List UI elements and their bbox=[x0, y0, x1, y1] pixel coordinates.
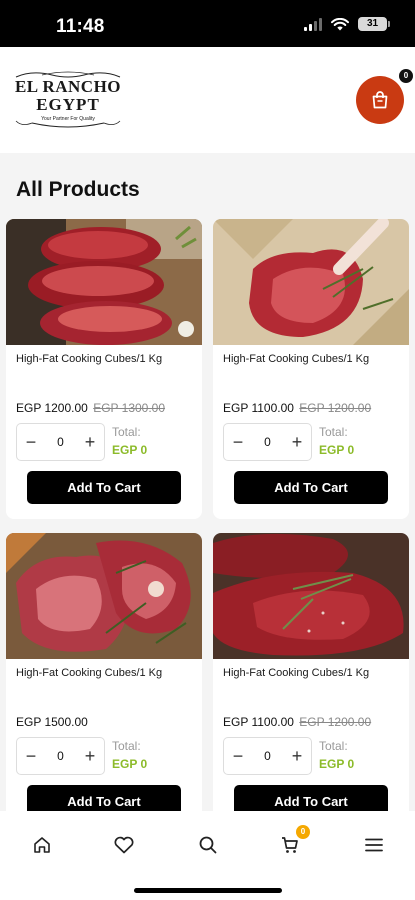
product-image[interactable] bbox=[6, 533, 202, 659]
quantity-stepper: − 0 + bbox=[223, 423, 312, 461]
product-old-price: EGP 1200.00 bbox=[299, 715, 372, 729]
add-to-cart-button[interactable]: Add To Cart bbox=[27, 471, 181, 504]
logo-flourish-top bbox=[15, 71, 121, 78]
nav-cart[interactable]: 0 bbox=[276, 825, 310, 857]
app-header: EL RANCHO EGYPT Your Partner For Quality… bbox=[0, 47, 415, 153]
brand-logo[interactable]: EL RANCHO EGYPT Your Partner For Quality bbox=[12, 69, 124, 131]
cellular-signal-icon bbox=[304, 17, 322, 31]
logo-line2: EGYPT bbox=[36, 95, 100, 114]
add-to-cart-button[interactable]: Add To Cart bbox=[234, 471, 388, 504]
product-card[interactable]: High-Fat Cooking Cubes/1 Kg EGP 1100.00 … bbox=[213, 219, 409, 519]
bottom-nav: 0 bbox=[0, 811, 415, 900]
home-icon bbox=[34, 837, 50, 853]
nav-wishlist[interactable] bbox=[110, 833, 138, 857]
quantity-stepper: − 0 + bbox=[223, 737, 312, 775]
quantity-value[interactable]: 0 bbox=[57, 435, 64, 449]
cart-badge: 0 bbox=[296, 825, 310, 839]
search-icon bbox=[199, 836, 217, 854]
nav-menu[interactable] bbox=[360, 833, 388, 857]
decrease-button[interactable]: − bbox=[231, 433, 245, 451]
wifi-icon bbox=[331, 17, 349, 30]
cart-icon bbox=[282, 837, 298, 853]
total-value: EGP 0 bbox=[319, 757, 355, 771]
price-row: EGP 1100.00 EGP 1200.00 bbox=[223, 715, 371, 729]
quantity-value[interactable]: 0 bbox=[57, 749, 64, 763]
increase-button[interactable]: + bbox=[83, 747, 97, 765]
decrease-button[interactable]: − bbox=[24, 433, 38, 451]
product-old-price: EGP 1300.00 bbox=[93, 401, 166, 415]
total-label: Total: bbox=[112, 739, 141, 753]
increase-button[interactable]: + bbox=[290, 747, 304, 765]
product-name[interactable]: High-Fat Cooking Cubes/1 Kg bbox=[16, 667, 162, 679]
battery-icon: 31 bbox=[358, 17, 390, 31]
total-value: EGP 0 bbox=[112, 443, 148, 457]
decrease-button[interactable]: − bbox=[231, 747, 245, 765]
logo-flourish-bottom bbox=[15, 120, 121, 128]
product-grid: High-Fat Cooking Cubes/1 Kg EGP 1200.00 … bbox=[0, 219, 415, 811]
price-row: EGP 1200.00 EGP 1300.00 bbox=[16, 401, 165, 415]
quantity-value[interactable]: 0 bbox=[264, 749, 271, 763]
heart-icon bbox=[114, 836, 134, 854]
cart-button[interactable] bbox=[356, 76, 404, 124]
total-label: Total: bbox=[319, 739, 348, 753]
total-label: Total: bbox=[319, 425, 348, 439]
product-price: EGP 1100.00 bbox=[223, 715, 294, 729]
nav-search[interactable] bbox=[194, 833, 222, 857]
product-name[interactable]: High-Fat Cooking Cubes/1 Kg bbox=[223, 353, 369, 365]
product-price: EGP 1200.00 bbox=[16, 401, 88, 415]
product-price: EGP 1500.00 bbox=[16, 715, 88, 729]
product-old-price: EGP 1200.00 bbox=[299, 401, 372, 415]
menu-icon bbox=[365, 838, 383, 852]
page-title: All Products bbox=[16, 178, 140, 201]
product-price: EGP 1100.00 bbox=[223, 401, 294, 415]
price-row: EGP 1500.00 bbox=[16, 715, 90, 729]
home-indicator bbox=[134, 888, 282, 893]
nav-home[interactable] bbox=[28, 833, 56, 857]
product-image[interactable] bbox=[213, 219, 409, 345]
status-bar: 11:48 31 bbox=[0, 0, 415, 47]
status-time: 11:48 bbox=[56, 16, 105, 37]
product-name[interactable]: High-Fat Cooking Cubes/1 Kg bbox=[223, 667, 369, 679]
add-to-cart-button[interactable]: Add To Cart bbox=[27, 785, 181, 811]
product-image[interactable] bbox=[6, 219, 202, 345]
status-icons: 31 bbox=[304, 17, 390, 31]
increase-button[interactable]: + bbox=[290, 433, 304, 451]
total-value: EGP 0 bbox=[319, 443, 355, 457]
total-value: EGP 0 bbox=[112, 757, 148, 771]
add-to-cart-button[interactable]: Add To Cart bbox=[234, 785, 388, 811]
product-name[interactable]: High-Fat Cooking Cubes/1 Kg bbox=[16, 353, 162, 365]
shopping-bag-icon bbox=[372, 91, 388, 109]
cart-count-badge: 0 bbox=[399, 69, 413, 83]
quantity-value[interactable]: 0 bbox=[264, 435, 271, 449]
product-card[interactable]: High-Fat Cooking Cubes/1 Kg EGP 1100.00 … bbox=[213, 533, 409, 811]
product-card[interactable]: High-Fat Cooking Cubes/1 Kg EGP 1500.00 … bbox=[6, 533, 202, 811]
product-card[interactable]: High-Fat Cooking Cubes/1 Kg EGP 1200.00 … bbox=[6, 219, 202, 519]
quantity-stepper: − 0 + bbox=[16, 737, 105, 775]
total-label: Total: bbox=[112, 425, 141, 439]
quantity-stepper: − 0 + bbox=[16, 423, 105, 461]
product-image[interactable] bbox=[213, 533, 409, 659]
decrease-button[interactable]: − bbox=[24, 747, 38, 765]
increase-button[interactable]: + bbox=[83, 433, 97, 451]
price-row: EGP 1100.00 EGP 1200.00 bbox=[223, 401, 371, 415]
